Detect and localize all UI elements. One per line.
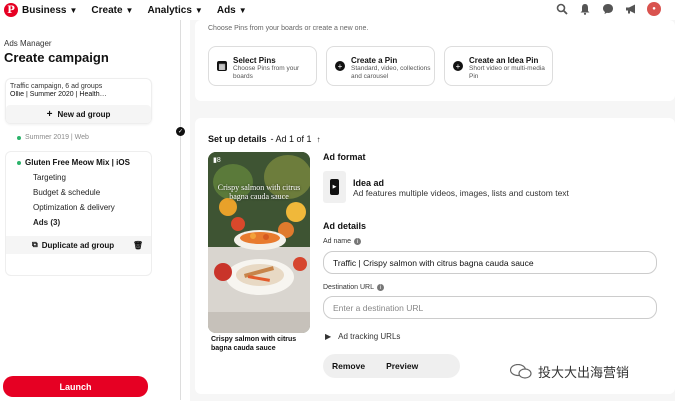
duplicate-ad-group-button[interactable]: ⧉ Duplicate ad group 🗑 [6, 236, 151, 254]
preview-button[interactable]: Preview [386, 361, 418, 371]
info-icon[interactable]: i [376, 284, 384, 291]
create-pin-option[interactable]: + Create a Pin Standard, video, collecti… [326, 46, 435, 86]
ad-tracking-toggle[interactable]: ▶ Ad tracking URLs [325, 332, 400, 341]
sidebar-item-targeting[interactable]: Targeting [33, 173, 66, 182]
chat-icon[interactable] [601, 2, 615, 16]
megaphone-icon[interactable] [624, 2, 638, 16]
bell-icon[interactable] [578, 2, 592, 16]
chevron-right-icon: ▶ [325, 332, 332, 341]
campaign-name: Ollie | Summer 2020 | Health… [10, 91, 107, 98]
format-title: Idea ad [353, 178, 385, 188]
setup-title: Set up details [208, 134, 267, 144]
wechat-icon [510, 364, 532, 379]
ad-group-card: Gluten Free Meow Mix | iOS Targeting Bud… [5, 151, 152, 276]
create-idea-pin-option[interactable]: + Create an Idea Pin Short video or mult… [444, 46, 553, 86]
pin-overlay-text: Crispy salmon with citrus bagna cauda sa… [217, 183, 301, 201]
format-desc: Ad features multiple videos, images, lis… [353, 188, 569, 198]
chevron-down-icon: ▼ [238, 5, 247, 15]
nav-label: Business [22, 4, 67, 16]
pin-page-count: ▮8 [213, 157, 221, 164]
nav-label: Ads [216, 4, 236, 16]
setup-details-card: Set up details - Ad 1 of 1 ↑ ▮8 Crispy s… [195, 118, 675, 394]
top-nav: Business ▼ Create ▼ Analytics ▼ Ads ▼ [22, 5, 261, 16]
launch-button[interactable]: Launch [3, 376, 148, 397]
status-dot [17, 160, 21, 165]
copy-icon: ⧉ [32, 240, 38, 249]
nav-label: Create [91, 4, 123, 16]
new-ad-group-button[interactable]: + New ad group [6, 105, 151, 123]
destination-url-label: Destination URL i [323, 284, 384, 291]
option-title: Select Pins [233, 56, 276, 65]
option-desc: Choose Pins from your boards [233, 65, 300, 80]
duplicate-label: Duplicate ad group [41, 240, 115, 250]
plus-icon: + [453, 61, 463, 71]
campaign-card[interactable]: Traffic campaign, 6 ad groups Ollie | Su… [5, 78, 152, 124]
new-ad-group-label: New ad group [57, 109, 111, 119]
top-icons: ● [555, 2, 661, 16]
nav-ads[interactable]: Ads ▼ [217, 5, 247, 16]
chevron-down-icon: ▼ [69, 5, 78, 15]
phone-icon: ▶ [330, 179, 339, 195]
nav-label: Analytics [147, 4, 192, 16]
setup-sub: - Ad 1 of 1 [270, 134, 312, 144]
destination-url-label-text: Destination URL [323, 284, 374, 291]
sidebar-item-ad-group-summer[interactable]: Summer 2019 | Web [17, 134, 89, 141]
ad-name-label-text: Ad name [323, 238, 352, 245]
option-title: Create a Pin [351, 56, 398, 65]
select-pins-option[interactable]: ▦ Select Pins Choose Pins from your boar… [208, 46, 317, 86]
chevron-down-icon: ▼ [194, 5, 203, 15]
nav-business[interactable]: Business ▼ [22, 5, 77, 16]
tracking-label: Ad tracking URLs [338, 332, 401, 341]
sidebar-item-ads[interactable]: Ads (3) [33, 218, 60, 227]
ad-name-label: Ad name i [323, 238, 362, 245]
option-desc: Standard, video, collections and carouse… [351, 65, 431, 80]
sidebar: Ads Manager Create campaign Traffic camp… [0, 20, 157, 401]
option-desc: Short video or multi-media Pin [469, 65, 545, 80]
status-dot [17, 135, 21, 140]
grid-icon: ▦ [217, 61, 227, 71]
nav-analytics[interactable]: Analytics ▼ [147, 5, 202, 16]
pin-caption: Crispy salmon with citrus bagna cauda sa… [211, 336, 297, 352]
destination-url-input[interactable]: Enter a destination URL [323, 296, 657, 319]
ad-actions: Remove Preview [323, 354, 460, 378]
setup-header: Set up details - Ad 1 of 1 ↑ [208, 134, 321, 144]
pin-preview-image: ▮8 Crispy salmon with citrus bagna cauda… [208, 152, 310, 333]
chevron-down-icon: ▼ [125, 5, 134, 15]
pin-page-count-value: 8 [216, 157, 221, 164]
plus-icon: + [46, 108, 53, 120]
info-icon[interactable]: i [354, 238, 362, 245]
ad-group-title-label: Gluten Free Meow Mix | iOS [25, 158, 130, 167]
ad-group-title[interactable]: Gluten Free Meow Mix | iOS [17, 158, 130, 167]
plus-icon: + [335, 61, 345, 71]
check-icon: ✓ [176, 127, 185, 136]
top-bar: P Business ▼ Create ▼ Analytics ▼ Ads ▼ ● [0, 0, 675, 20]
ad-name-input[interactable]: Traffic | Crispy salmon with citrus bagn… [323, 251, 657, 274]
pinterest-logo[interactable]: P [4, 3, 18, 17]
ad-group-label: Summer 2019 | Web [25, 134, 89, 141]
create-options-card: Choose Pins from your boards or create a… [195, 20, 675, 101]
arrow-up-icon[interactable]: ↑ [317, 135, 321, 144]
remove-button[interactable]: Remove [332, 361, 365, 371]
sidebar-item-budget[interactable]: Budget & schedule [33, 188, 100, 197]
breadcrumb[interactable]: Ads Manager [4, 39, 52, 48]
trash-icon[interactable]: 🗑 [133, 241, 143, 250]
avatar[interactable]: ● [647, 2, 661, 16]
campaign-summary: Traffic campaign, 6 ad groups [10, 83, 103, 90]
food-photo [208, 152, 310, 333]
option-title: Create an Idea Pin [469, 56, 539, 65]
nav-create[interactable]: Create ▼ [91, 5, 133, 16]
ad-format-heading: Ad format [323, 152, 366, 162]
idea-ad-icon: ▶ [323, 171, 346, 203]
watermark: 投大大出海营销 [510, 362, 629, 381]
page-title: Create campaign [4, 50, 109, 65]
create-options-hint: Choose Pins from your boards or create a… [208, 25, 369, 32]
divider [180, 20, 181, 400]
sidebar-item-optimization[interactable]: Optimization & delivery [33, 203, 115, 212]
search-icon[interactable] [555, 2, 569, 16]
watermark-text: 投大大出海营销 [538, 365, 630, 380]
ad-details-heading: Ad details [323, 221, 367, 231]
